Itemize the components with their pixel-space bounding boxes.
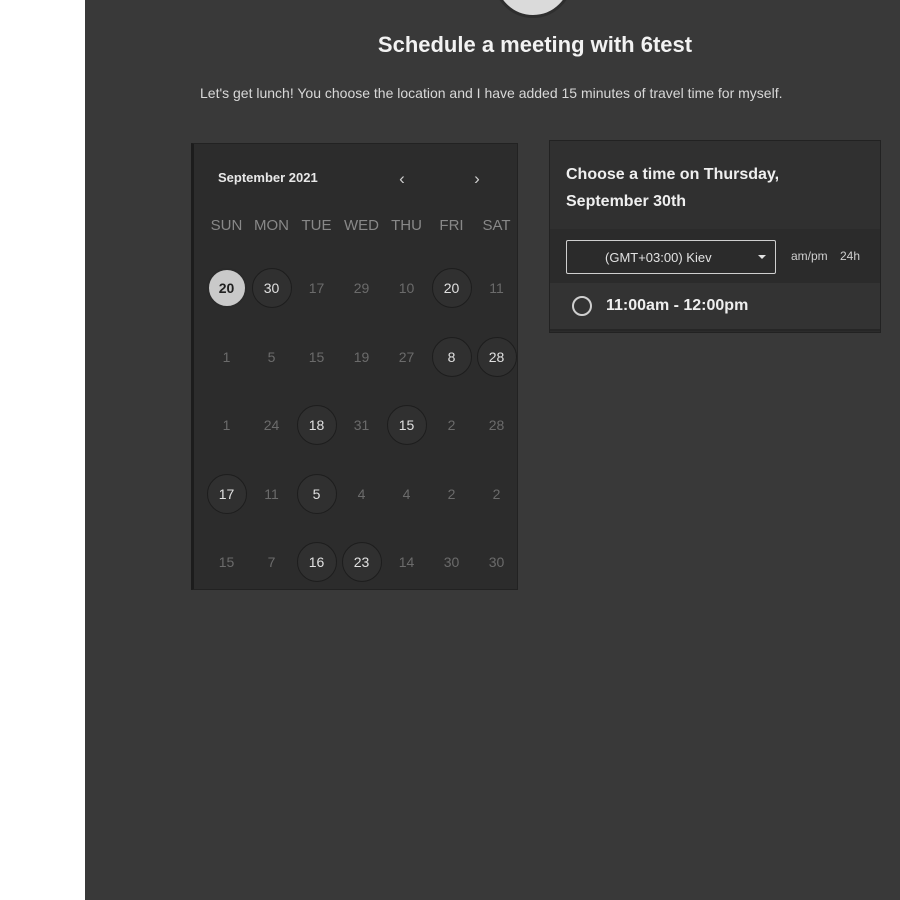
weekday-label: SAT: [482, 217, 511, 234]
calendar-day-number: 11: [264, 485, 279, 502]
calendar-month-label: September 2021: [218, 170, 318, 185]
calendar-day-number: 17: [206, 473, 247, 514]
calendar-day-available[interactable]: 18: [294, 391, 339, 460]
weekday-label: MON: [254, 217, 289, 234]
calendar-day-number: 29: [353, 280, 370, 297]
calendar-day-number: 24: [263, 417, 280, 434]
calendar-day-number: 2: [447, 485, 456, 502]
calendar-day-number: 4: [402, 485, 411, 502]
calendar-day: 2: [474, 460, 519, 529]
calendar-day: 30: [429, 528, 474, 597]
calendar-day: 15: [204, 528, 249, 597]
calendar-day-available[interactable]: 20: [429, 254, 474, 323]
calendar-day: 15: [294, 323, 339, 392]
calendar-day-number: 28: [488, 417, 505, 434]
calendar-day-number: 15: [218, 554, 235, 571]
calendar-day-number: 7: [267, 554, 276, 571]
calendar-day-number: 20: [206, 268, 247, 309]
weekday-label: FRI: [439, 217, 464, 234]
calendar-day-number: 1: [222, 417, 231, 434]
calendar-day-number: 8: [431, 336, 472, 377]
calendar-day-number: 19: [353, 348, 370, 365]
page-title: Schedule a meeting with 6test: [377, 32, 693, 57]
chevron-right-icon: ›: [474, 169, 480, 188]
calendar-day-number: 18: [296, 405, 337, 446]
calendar-day-number: 31: [353, 417, 370, 434]
weekday-label: THU: [391, 217, 422, 234]
calendar-day-number: 1: [222, 348, 231, 365]
calendar-day-number: 28: [476, 336, 517, 377]
weekday-header-row: SUN MON TUE WED THU FRI SAT: [204, 217, 520, 234]
calendar-day: 4: [384, 460, 429, 529]
time-selection-panel: Choose a time on Thursday, September 30t…: [549, 140, 881, 333]
calendar-day: 5: [249, 323, 294, 392]
calendar-day-available[interactable]: 28: [474, 323, 519, 392]
calendar-day-number: 11: [489, 280, 504, 297]
chevron-left-icon: ‹: [399, 169, 405, 188]
calendar-day: 2: [429, 460, 474, 529]
calendar-day: 31: [339, 391, 384, 460]
calendar-day-available[interactable]: 16: [294, 528, 339, 597]
caret-down-icon: [758, 255, 766, 259]
radio-circle-icon[interactable]: [572, 296, 592, 316]
time-panel-header: Choose a time on Thursday, September 30t…: [550, 141, 880, 229]
time-slot-option[interactable]: 11:00am - 12:00pm: [550, 283, 880, 331]
calendar-day-selected[interactable]: 20: [204, 254, 249, 323]
calendar-day: 28: [474, 391, 519, 460]
time-slot-label: 11:00am - 12:00pm: [606, 297, 749, 314]
calendar-day: 19: [339, 323, 384, 392]
calendar-day: 29: [339, 254, 384, 323]
next-month-button[interactable]: ›: [466, 168, 488, 190]
calendar-day: 17: [294, 254, 339, 323]
calendar-day: 7: [249, 528, 294, 597]
timezone-select[interactable]: (GMT+03:00) Kiev: [566, 240, 776, 274]
calendar-day-number: 30: [251, 268, 292, 309]
calendar-day-number: 27: [398, 348, 415, 365]
calendar-day-available[interactable]: 8: [429, 323, 474, 392]
calendar-day: 11: [474, 254, 519, 323]
calendar-day: 24: [249, 391, 294, 460]
calendar-day-number: 5: [296, 473, 337, 514]
calendar-day-number: 17: [308, 280, 325, 297]
calendar-day-number: 2: [492, 485, 501, 502]
calendar: September 2021 ‹ › SUN MON TUE WED THU FRI SAT…: [191, 143, 518, 590]
calendar-day: 27: [384, 323, 429, 392]
calendar-day-number: 30: [443, 554, 460, 571]
calendar-day-number: 15: [386, 405, 427, 446]
calendar-day-available[interactable]: 15: [384, 391, 429, 460]
timezone-value: (GMT+03:00) Kiev: [605, 249, 712, 265]
calendar-day: 1: [204, 391, 249, 460]
calendar-day-number: 5: [267, 348, 276, 365]
calendar-day: 30: [474, 528, 519, 597]
weekday-label: WED: [344, 217, 379, 234]
calendar-day-number: 30: [488, 554, 505, 571]
calendar-day: 14: [384, 528, 429, 597]
calendar-day: 10: [384, 254, 429, 323]
selected-date-heading: Choose a time on Thursday, September 30t…: [566, 166, 780, 210]
calendar-day: 2: [429, 391, 474, 460]
calendar-day-number: 4: [357, 485, 366, 502]
calendar-day-number: 23: [341, 542, 382, 583]
calendar-day-available[interactable]: 5: [294, 460, 339, 529]
weekday-label: SUN: [210, 217, 243, 234]
calendar-day-grid: 20 30 17 29 10 20 11 1 5 15 19 27 8 28 1 24 18 31 15 2 28 17 1…: [204, 254, 520, 597]
calendar-day-number: 2: [447, 417, 456, 434]
calendar-day-number: 20: [431, 268, 472, 309]
weekday-label: TUE: [301, 217, 332, 234]
meeting-description: Let's get lunch! You choose the location…: [200, 85, 783, 101]
calendar-day-number: 14: [398, 554, 415, 571]
calendar-day: 4: [339, 460, 384, 529]
calendar-day: 11: [249, 460, 294, 529]
calendar-day-available[interactable]: 23: [339, 528, 384, 597]
format-24h-toggle[interactable]: 24h: [840, 249, 860, 263]
calendar-day-available[interactable]: 17: [204, 460, 249, 529]
calendar-day: 1: [204, 323, 249, 392]
format-12h-toggle[interactable]: am/pm: [791, 249, 828, 263]
calendar-day-number: 15: [308, 348, 325, 365]
calendar-day-number: 16: [296, 542, 337, 583]
previous-month-button[interactable]: ‹: [391, 168, 413, 190]
calendar-day-number: 10: [398, 280, 415, 297]
calendar-day-available[interactable]: 30: [249, 254, 294, 323]
